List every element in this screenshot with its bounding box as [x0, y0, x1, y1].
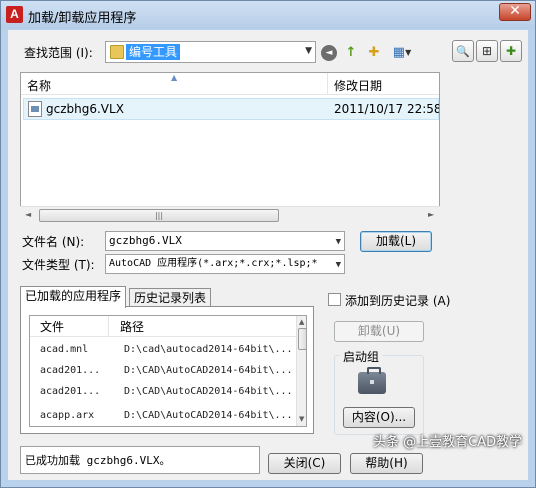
chevron-down-icon[interactable]: ▼	[333, 256, 341, 273]
scroll-up-icon[interactable]: ▲	[299, 318, 304, 326]
dialog-window: A 加载/卸载应用程序 ✕ 查找范围 (I): 编号工具 ▼ ◄ ↑ ✚ ▦ ▼ …	[0, 0, 536, 488]
load-button[interactable]: 加载(L)	[360, 231, 432, 252]
app-path: D:\CAD\AutoCAD2014-64bit\...	[124, 410, 293, 420]
column-divider[interactable]	[327, 73, 328, 95]
new-folder-icon: ✚	[368, 44, 380, 60]
status-message: 已成功加载 gczbhg6.VLX。	[20, 446, 260, 474]
tools-icon: ⊞	[481, 44, 493, 58]
filetype-label: 文件类型 (T):	[22, 258, 95, 272]
file-name: gczbhg6.VLX	[46, 102, 124, 116]
add-history-label[interactable]: 添加到历史记录 (A)	[345, 292, 450, 309]
back-button[interactable]: ◄	[319, 43, 339, 63]
scroll-right-icon[interactable]: ►	[428, 210, 434, 219]
tab-history-list[interactable]: 历史记录列表	[129, 288, 212, 308]
views-menu-button[interactable]: ▦ ▼	[389, 42, 415, 62]
sort-ascending-icon: ▲	[171, 73, 178, 82]
new-folder-button[interactable]: ✚	[364, 42, 384, 62]
column-file-header[interactable]: 文件	[40, 318, 64, 335]
autocad-logo-icon: A	[6, 6, 23, 23]
title-bar[interactable]: A 加载/卸载应用程序 ✕	[1, 1, 535, 29]
loaded-apps-table[interactable]: 文件 路径 acad.mnl D:\cad\autocad2014-64bit\…	[29, 315, 307, 427]
column-divider[interactable]	[108, 316, 109, 336]
window-title: 加载/卸载应用程序	[28, 11, 137, 26]
scroll-down-icon[interactable]: ▼	[299, 415, 304, 423]
app-file: acad201...	[40, 386, 101, 397]
add-favorite-icon: ✚	[505, 44, 517, 58]
column-date-header[interactable]: 修改日期	[334, 77, 382, 94]
column-path-header[interactable]: 路径	[120, 318, 144, 335]
add-favorite-button[interactable]: ✚	[500, 40, 522, 62]
tab-loaded-apps[interactable]: 已加载的应用程序	[20, 286, 127, 308]
up-folder-icon: ↑	[345, 44, 357, 60]
filetype-value: AutoCAD 应用程序(*.arx;*.crx;*.lsp;*	[109, 258, 318, 269]
dialog-client: 查找范围 (I): 编号工具 ▼ ◄ ↑ ✚ ▦ ▼ 🔍 ⊞ ✚ ▲ 名称 修改…	[8, 30, 528, 480]
lookin-value: 编号工具	[126, 44, 181, 60]
startup-group-label: 启动组	[340, 348, 383, 365]
app-path: D:\CAD\AutoCAD2014-64bit\...	[124, 365, 293, 376]
back-arrow-icon: ◄	[321, 45, 337, 61]
find-icon: 🔍	[456, 44, 470, 58]
watermark: 头条 @上壹教育CAD教学	[373, 435, 523, 450]
lookin-label: 查找范围 (I):	[24, 46, 93, 60]
app-path: D:\CAD\AutoCAD2014-64bit\...	[124, 386, 293, 397]
loaded-apps-panel: 文件 路径 acad.mnl D:\cad\autocad2014-64bit\…	[20, 306, 314, 434]
table-row[interactable]: acapp.arx D:\CAD\AutoCAD2014-64bit\...	[30, 406, 296, 420]
app-file: acapp.arx	[40, 410, 95, 420]
app-file: acad201...	[40, 365, 101, 376]
header-divider	[30, 336, 296, 337]
add-history-checkbox[interactable]	[328, 293, 341, 306]
tools-button[interactable]: ⊞	[476, 40, 498, 62]
up-folder-button[interactable]: ↑	[341, 42, 361, 62]
vlx-file-icon	[28, 101, 42, 117]
file-list-header: ▲ 名称 修改日期	[21, 73, 439, 95]
app-path: D:\cad\autocad2014-64bit\...	[124, 344, 293, 355]
table-row[interactable]: acad201... D:\CAD\AutoCAD2014-64bit\...	[30, 361, 296, 382]
briefcase-icon	[358, 367, 386, 394]
lookin-combo[interactable]: 编号工具 ▼	[105, 41, 316, 63]
chevron-down-icon[interactable]: ▼	[336, 233, 341, 250]
chevron-down-icon: ▼	[405, 47, 412, 57]
find-button[interactable]: 🔍	[452, 40, 474, 62]
unload-button[interactable]: 卸载(U)	[334, 321, 424, 342]
column-name-header[interactable]: 名称	[27, 77, 51, 94]
table-row[interactable]: acad.mnl D:\cad\autocad2014-64bit\...	[30, 340, 296, 361]
filename-combo[interactable]: gczbhg6.VLX ▼	[105, 231, 345, 251]
close-window-button[interactable]: ✕	[499, 3, 531, 21]
contents-button[interactable]: 内容(O)...	[343, 407, 415, 428]
scroll-left-icon[interactable]: ◄	[25, 210, 31, 219]
file-list[interactable]: ▲ 名称 修改日期 gczbhg6.VLX 2011/10/17 22:58	[20, 72, 440, 224]
help-button[interactable]: 帮助(H)	[350, 453, 423, 474]
close-button[interactable]: 关闭(C)	[268, 453, 341, 474]
apps-table-vscrollbar[interactable]: ▲ ▼	[296, 316, 306, 426]
table-row[interactable]: acad201... D:\CAD\AutoCAD2014-64bit\...	[30, 382, 296, 403]
app-file: acad.mnl	[40, 344, 89, 355]
folder-icon	[110, 45, 124, 59]
filename-value: gczbhg6.VLX	[109, 234, 182, 247]
scrollbar-thumb[interactable]: |||	[39, 209, 279, 222]
file-row[interactable]: gczbhg6.VLX 2011/10/17 22:58	[23, 98, 439, 120]
scrollbar-thumb[interactable]	[298, 328, 306, 350]
filename-label: 文件名 (N):	[22, 235, 85, 249]
filetype-select[interactable]: AutoCAD 应用程序(*.arx;*.crx;*.lsp;* ▼	[105, 254, 345, 274]
file-date: 2011/10/17 22:58	[334, 102, 440, 116]
file-list-hscrollbar[interactable]: ◄ ||| ►	[20, 206, 440, 224]
chevron-down-icon[interactable]: ▼	[305, 46, 312, 56]
views-icon: ▦	[392, 44, 406, 60]
